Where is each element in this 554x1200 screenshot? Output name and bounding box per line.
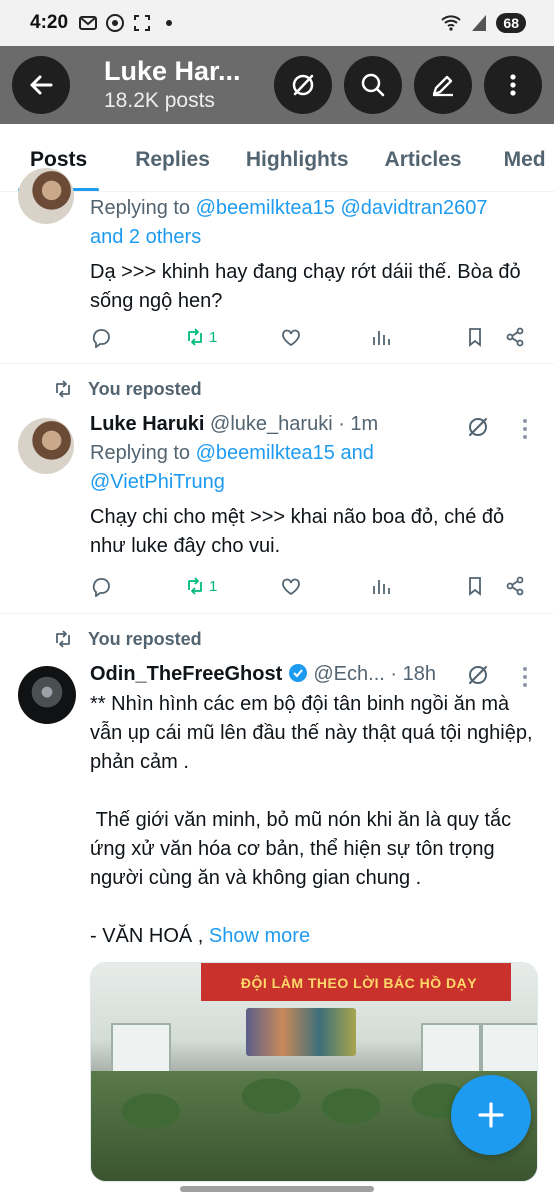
author-name[interactable]: Luke Haruki [90, 413, 204, 435]
repost-context: You reposted [52, 378, 202, 400]
search-icon [361, 73, 385, 97]
author-name[interactable]: Odin_TheFreeGhost [90, 663, 282, 685]
replying-others[interactable]: and 2 others [90, 223, 534, 252]
avatar[interactable] [18, 666, 76, 724]
share-icon [506, 576, 524, 596]
more-options-button[interactable] [484, 56, 542, 114]
replying-prefix: Replying to [90, 197, 191, 219]
bar-chart-icon [373, 331, 390, 345]
more-vertical-icon[interactable] [515, 664, 535, 690]
repost-context: You reposted [52, 628, 202, 650]
replying-mentions[interactable]: @beemilktea15 and [196, 442, 374, 464]
reply-icon [92, 578, 110, 597]
repost-count: 1 [209, 577, 218, 595]
arrow-left-icon [30, 75, 53, 95]
gmail-icon [79, 16, 98, 30]
post-count: 18.2K posts [104, 89, 215, 112]
grok-icon[interactable] [465, 414, 491, 440]
share-icon [506, 327, 524, 347]
image-banner-text: ĐỘI LÀM THEO LỜI BÁC HỒ DẠY [240, 975, 478, 991]
post-text: Chạy chi cho mệt >>> khai não boa đỏ, ch… [90, 506, 505, 557]
plus-icon [478, 1102, 504, 1128]
post-reply-2[interactable]: You reposted Luke Haruki @luke_haruki · … [0, 364, 554, 614]
post-reply-1[interactable]: Replying to @beemilktea15 @davidtran2607… [0, 168, 554, 364]
search-button[interactable] [344, 56, 402, 114]
profile-tabs: Posts Replies Highlights Articles Med [0, 124, 554, 192]
app-circle-icon [106, 14, 125, 32]
tab-articles[interactable]: Articles [385, 124, 462, 191]
compose-fab-button[interactable] [451, 1075, 531, 1155]
post-text: Dạ >>> khinh hay đang chạy rớt dáii thế.… [90, 261, 521, 312]
repost-icon [56, 380, 70, 398]
reply-button[interactable] [90, 575, 112, 597]
back-button[interactable] [12, 56, 70, 114]
more-vertical-icon[interactable] [515, 416, 535, 442]
bookmark-icon [469, 577, 481, 596]
pencil-icon [432, 75, 453, 97]
show-more-link[interactable]: Show more [209, 925, 310, 947]
profile-header: Luke Har... 18.2K posts [0, 46, 554, 124]
post-time: · 18h [390, 663, 436, 685]
share-button[interactable] [504, 575, 526, 597]
more-vertical-icon [510, 74, 516, 96]
views-button[interactable] [370, 326, 392, 348]
heart-icon [282, 329, 300, 347]
post-text-para-1: ** Nhìn hình các em bộ đội tân binh ngồi… [90, 693, 533, 773]
post-actions: 1 [90, 571, 538, 601]
grok-button[interactable] [274, 56, 332, 114]
battery-level: 68 [496, 13, 526, 33]
gesture-nav-bar[interactable] [180, 1186, 374, 1192]
replying-mention-2[interactable]: @VietPhiTrung [90, 468, 534, 497]
edit-button[interactable] [414, 56, 472, 114]
bookmark-button[interactable] [464, 326, 486, 348]
post-text-para-2: Thế giới văn minh, bỏ mũ nón khi ăn là q… [90, 809, 517, 889]
author-handle[interactable]: @luke_haruki [210, 413, 333, 435]
author-handle[interactable]: @Ech... [313, 663, 384, 685]
reply-button[interactable] [90, 326, 112, 348]
repost-label: You reposted [88, 378, 202, 399]
repost-icon [188, 577, 202, 595]
bar-chart-icon [373, 580, 390, 594]
dot-icon [166, 20, 173, 26]
avatar[interactable] [18, 418, 74, 474]
like-button[interactable] [280, 326, 302, 348]
repost-count: 1 [209, 328, 218, 346]
tab-media[interactable]: Med [504, 124, 546, 191]
verified-badge-icon [288, 664, 307, 682]
views-button[interactable] [370, 575, 392, 597]
screenshot-icon [134, 15, 151, 31]
image-mural [246, 1008, 356, 1056]
status-bar: 4:20 68 [0, 0, 554, 46]
repost-icon [56, 630, 70, 648]
avatar[interactable] [18, 168, 74, 224]
status-time: 4:20 [30, 12, 69, 33]
profile-name: Luke Har... [104, 56, 241, 86]
grok-icon[interactable] [465, 662, 491, 688]
replying-prefix: Replying to [90, 442, 191, 464]
signal-icon [472, 15, 487, 31]
post-actions: 1 [90, 322, 538, 352]
tab-replies[interactable]: Replies [135, 124, 210, 191]
share-button[interactable] [504, 326, 526, 348]
grok-icon [292, 74, 314, 96]
repost-button[interactable]: 1 [184, 326, 217, 348]
heart-icon [282, 578, 300, 596]
repost-label: You reposted [88, 628, 202, 649]
post-text-para-3: - VĂN HOÁ , [90, 925, 204, 947]
bookmark-icon [469, 328, 481, 347]
bookmark-button[interactable] [464, 575, 486, 597]
tab-highlights[interactable]: Highlights [246, 124, 349, 191]
replying-mentions[interactable]: @beemilktea15 @davidtran2607 [196, 197, 488, 219]
reply-icon [92, 329, 110, 348]
post-time: · 1m [338, 413, 379, 435]
like-button[interactable] [280, 575, 302, 597]
repost-icon [188, 328, 202, 346]
wifi-icon [441, 15, 462, 31]
repost-button[interactable]: 1 [184, 575, 217, 597]
